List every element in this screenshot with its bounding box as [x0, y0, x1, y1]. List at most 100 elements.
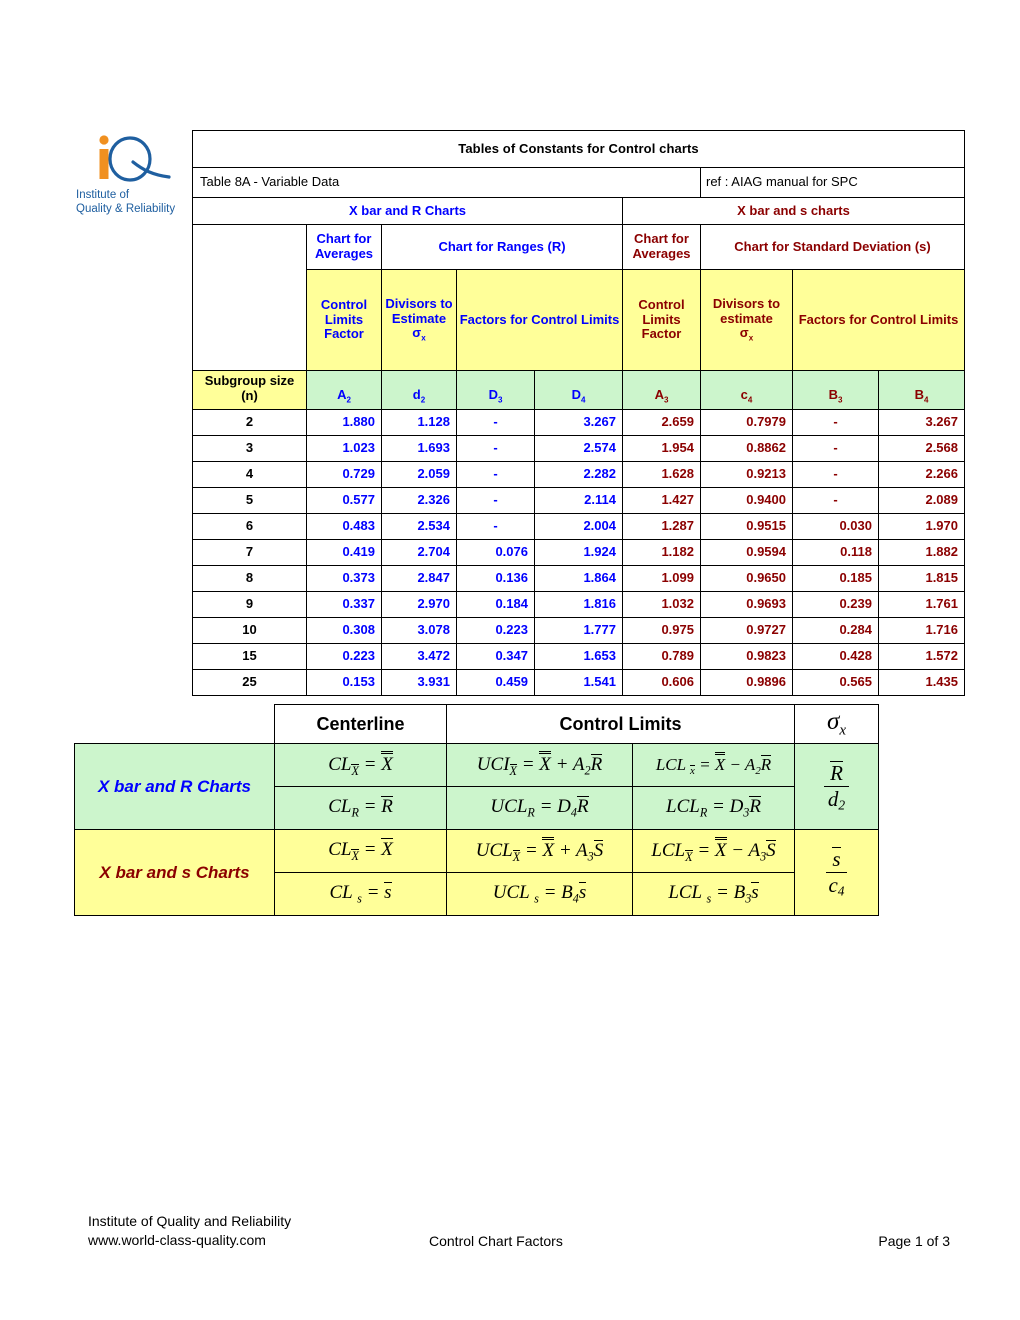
formula-ucl-s: UCL s = B4s: [446, 872, 633, 916]
formula-ucl-xbar-r: UCIX = X + A2R: [446, 743, 633, 787]
symbol-b3: B3: [792, 370, 879, 410]
subgroup-size-line1: Subgroup size: [204, 372, 295, 388]
corner-blank-cell: [192, 224, 307, 371]
cell-c4: 0.9650: [700, 565, 793, 592]
cell-d4: 1.653: [534, 643, 623, 670]
col-group-chart-for-ranges: Chart for Ranges (R): [381, 224, 623, 270]
constants-table: Tables of Constants for Control charts T…: [191, 130, 966, 696]
subtitle: Table 8A - Variable Data: [192, 167, 701, 198]
formula-header-sigma: σx: [794, 704, 879, 744]
formula-ucl-xbar-s: UCLX = X + A3S: [446, 829, 633, 873]
table-row: 6 0.483 2.534-2.004 1.287 0.9515 0.030 1.970: [192, 513, 966, 540]
cell-d4: 1.816: [534, 591, 623, 618]
formula-sigma-xbar-r: Rd2: [794, 743, 879, 830]
cell-b3: -: [792, 409, 879, 436]
logo-caption-line1: Institute of: [76, 189, 130, 201]
cell-b3: 0.284: [792, 617, 879, 644]
cell-b4: 1.761: [877, 591, 966, 618]
cell-a2: 0.577: [306, 487, 382, 514]
cell-subgroup-size: 5: [192, 487, 307, 514]
cell-d2: 3.472: [381, 643, 457, 670]
cell-a3: 1.287: [622, 513, 701, 540]
cell-c4: 0.9823: [700, 643, 793, 670]
cell-subgroup-size: 8: [192, 565, 307, 592]
formula-label-xbar-r: X bar and R Charts: [74, 743, 275, 830]
cell-a2: 0.223: [306, 643, 382, 670]
cell-d4: 2.004: [534, 513, 623, 540]
institute-logo: Institute of Quality & Reliability: [74, 132, 192, 216]
symbol-a3: A3: [622, 370, 701, 410]
constants-data-body: 2 1.880 1.128-3.267 2.659 0.7979-3.267 3 1.023…: [192, 409, 966, 696]
cell-b3: 0.565: [792, 669, 879, 696]
cell-a2: 1.023: [306, 435, 382, 462]
cell-a3: 2.659: [622, 409, 701, 436]
cell-d4: 1.864: [534, 565, 623, 592]
cell-c4: 0.9693: [700, 591, 793, 618]
table-row: 25 0.153 3.931 0.459 1.541 0.606 0.9896 0.565 1.…: [192, 669, 966, 696]
symbol-c4: c4: [700, 370, 793, 410]
cell-subgroup-size: 2: [192, 409, 307, 436]
reference-note: ref : AIAG manual for SPC: [699, 167, 966, 198]
group-header-xbar-s: X bar and s charts: [621, 197, 966, 225]
cell-c4: 0.9594: [700, 539, 793, 566]
footer-website: www.world-class-quality.com: [88, 1232, 266, 1248]
col-desc-d2-sigma: σx: [412, 325, 426, 343]
cell-subgroup-size: 4: [192, 461, 307, 488]
cell-b4: 2.266: [877, 461, 966, 488]
cell-b3: -: [792, 461, 879, 488]
cell-b3: 0.239: [792, 591, 879, 618]
col-group-chart-for-averages-left: Chart for Averages: [306, 224, 382, 270]
cell-d2: 2.704: [381, 539, 457, 566]
formula-cl-s: CL s = s: [274, 872, 447, 916]
cell-b4: 1.970: [877, 513, 966, 540]
cell-b4: 1.435: [877, 669, 966, 696]
cell-subgroup-size: 15: [192, 643, 307, 670]
col-group-chart-for-averages-right: Chart for Averages: [622, 224, 701, 270]
cell-d2: 2.059: [381, 461, 457, 488]
formula-sigma-xbar-s: s c4: [794, 829, 879, 916]
symbol-d3: D3: [456, 370, 535, 410]
cell-b3: 0.030: [792, 513, 879, 540]
cell-a2: 1.880: [306, 409, 382, 436]
cell-subgroup-size: 9: [192, 591, 307, 618]
cell-d3: -: [456, 461, 535, 488]
table-row: 7 0.419 2.704 0.076 1.924 1.182 0.9594 0.118 1.8…: [192, 539, 966, 566]
cell-subgroup-size: 3: [192, 435, 307, 462]
col-desc-d3-d4: Factors for Control Limits: [456, 269, 623, 371]
logo-caption-line2: Quality & Reliability: [76, 203, 176, 215]
cell-c4: 0.9515: [700, 513, 793, 540]
cell-b3: -: [792, 487, 879, 514]
formula-table: Centerline Control Limits σx X bar and R…: [74, 704, 879, 916]
cell-d4: 2.282: [534, 461, 623, 488]
symbol-d4: D4: [534, 370, 623, 410]
cell-a3: 1.628: [622, 461, 701, 488]
formula-cl-xbar-s: CLX = X: [274, 829, 447, 873]
title-row: Tables of Constants for Control charts: [191, 130, 966, 168]
cell-b3: 0.428: [792, 643, 879, 670]
footer-page-number: Page 1 of 3: [878, 1233, 950, 1249]
formula-cl-xbar-r: CLX = X: [274, 743, 447, 787]
col-desc-c4: Divisors to estimate σx: [700, 269, 793, 371]
cell-d3: 0.223: [456, 617, 535, 644]
cell-b4: 1.815: [877, 565, 966, 592]
col-desc-c4-sigma: σx: [739, 325, 754, 343]
cell-d3: -: [456, 435, 535, 462]
table-row: 8 0.373 2.847 0.136 1.864 1.099 0.9650 0.185 1.8…: [192, 565, 966, 592]
cell-d3: -: [456, 409, 535, 436]
symbol-row: Subgroup size (n) A2 d2 D3 D4 A3 c4 B3 B…: [192, 370, 966, 410]
cell-b4: 1.716: [877, 617, 966, 644]
formula-row-xbar-s-mean: X bar and s Charts CLX = X UCLX = X + A3…: [74, 829, 879, 916]
table-row: 15 0.223 3.472 0.347 1.653 0.789 0.9823 0.428 1.…: [192, 643, 966, 670]
cell-c4: 0.9400: [700, 487, 793, 514]
cell-b4: 1.882: [877, 539, 966, 566]
cell-a3: 1.427: [622, 487, 701, 514]
formula-lcl-s: LCL s = B3s: [632, 872, 795, 916]
formula-lcl-xbar-r: LCL x = X − A2R: [632, 743, 795, 787]
group-header-xbar-r: X bar and R Charts: [192, 197, 623, 225]
cell-d2: 3.931: [381, 669, 457, 696]
cell-d2: 2.970: [381, 591, 457, 618]
cell-d3: 0.347: [456, 643, 535, 670]
cell-a2: 0.337: [306, 591, 382, 618]
subgroup-size-header: Subgroup size (n): [192, 370, 307, 410]
footer-org: Institute of Quality and Reliability: [88, 1213, 292, 1229]
